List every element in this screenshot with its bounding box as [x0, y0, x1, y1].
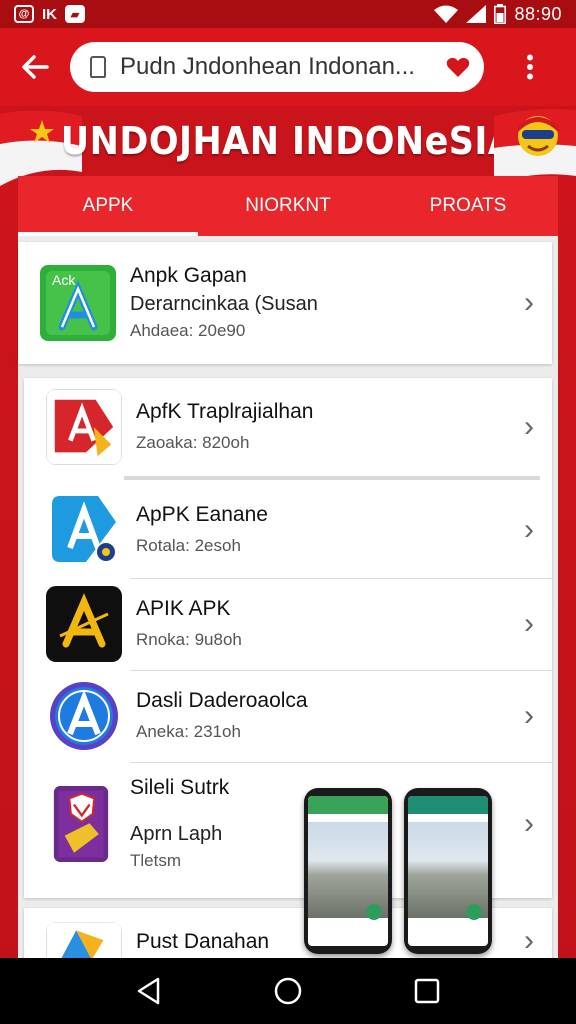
- screen: @ IK ▰ 88:90 Pudn Jndonhean Indonan... U…: [0, 0, 576, 1024]
- apk-green-store-icon: Ack: [40, 265, 116, 341]
- status-bar: @ IK ▰ 88:90: [0, 0, 576, 28]
- chevron-right-icon: ›: [524, 807, 534, 840]
- nav-back-button[interactable]: [119, 961, 179, 1021]
- app-meta: Rotala: 2esoh: [136, 536, 241, 555]
- phone-app-bar: [408, 796, 488, 814]
- list-item[interactable]: Ack Anpk Gapan Derarncinkaa (Susan Ahdae…: [18, 242, 552, 364]
- app-name: Dasli Daderoaolca: [136, 689, 308, 712]
- circle-a-icon: [46, 678, 122, 754]
- ik-icon: IK: [42, 5, 57, 23]
- tab-label: NIORKNT: [245, 195, 331, 216]
- tab-label: APPK: [82, 195, 134, 216]
- url-bar[interactable]: Pudn Jndonhean Indonan...: [70, 42, 484, 92]
- tab-niorknt[interactable]: NIORKNT: [198, 176, 378, 236]
- phone-screen: [308, 796, 388, 946]
- app-meta: Tletsm: [130, 851, 181, 870]
- app-meta: Aneka: 231oh: [136, 722, 241, 741]
- chevron-right-icon: ›: [524, 513, 534, 546]
- tab-bar: APPK NIORKNT PROATS: [18, 176, 558, 236]
- signal-icon: [466, 5, 487, 23]
- app-name: APIK APK: [136, 597, 231, 620]
- nav-home-button[interactable]: [258, 961, 318, 1021]
- image-icon: ▰: [65, 5, 85, 23]
- system-nav-bar: [0, 958, 576, 1024]
- chevron-right-icon: ›: [524, 410, 534, 443]
- nav-back-icon: [138, 977, 160, 1005]
- app-name: ApfK Traplrajialhan: [136, 400, 314, 423]
- list-item[interactable]: ApPK Eanane Rotala: 2esoh ›: [24, 482, 552, 578]
- back-button[interactable]: [0, 28, 70, 106]
- battery-icon: [494, 4, 507, 24]
- chevron-right-icon: ›: [524, 607, 534, 640]
- blue-a-icon: [46, 492, 122, 568]
- tab-label: PROATS: [429, 195, 507, 216]
- wifi-icon: [434, 5, 459, 23]
- nav-recents-icon: [414, 978, 439, 1004]
- fab-icon: [366, 904, 382, 920]
- chevron-right-icon: ›: [524, 286, 534, 319]
- list-card-featured: Ack Anpk Gapan Derarncinkaa (Susan Ahdae…: [18, 242, 552, 364]
- red-a-icon: [46, 389, 122, 465]
- mascot-flag-right-icon: [494, 108, 576, 184]
- banner-title: UNDOJHAN INDONeSIA: [60, 119, 516, 163]
- url-text: Pudn Jndonhean Indonan...: [120, 53, 415, 80]
- phone-app-bar: [308, 796, 388, 814]
- phone-screenshot-1: [304, 788, 392, 954]
- phone-screenshot-2: [404, 788, 492, 954]
- status-left: @ IK ▰: [14, 5, 85, 23]
- svg-text:Ack: Ack: [52, 272, 76, 288]
- black-gold-a-icon: [46, 586, 122, 662]
- nav-recents-button[interactable]: [397, 961, 457, 1021]
- tab-appk[interactable]: APPK: [18, 176, 198, 236]
- list-item[interactable]: ApfK Traplrajialhan Zaoaka: 820oh ›: [24, 378, 552, 476]
- tab-proats[interactable]: PROATS: [378, 176, 558, 236]
- chevron-right-icon: ›: [524, 924, 534, 957]
- status-right: 88:90: [434, 4, 562, 25]
- divider: [124, 476, 540, 480]
- purple-shield-icon: [46, 775, 116, 873]
- app-meta: Ahdaea: 20e90: [130, 321, 246, 340]
- app-name: ApPK Eanane: [136, 503, 268, 526]
- app-meta: Zaoaka: 820oh: [136, 433, 250, 452]
- app-subtitle: Aprn Laph: [130, 823, 223, 845]
- phone-screen: [408, 796, 488, 946]
- overflow-menu-icon: [527, 54, 533, 80]
- browser-toolbar: Pudn Jndonhean Indonan...: [0, 28, 576, 106]
- app-name: Anpk Gapan: [130, 264, 247, 287]
- back-arrow-icon: [22, 55, 49, 79]
- nav-home-icon: [274, 977, 302, 1005]
- overflow-menu-button[interactable]: [484, 28, 576, 106]
- list-item[interactable]: Dasli Daderoaolca Aneka: 231oh ›: [24, 670, 552, 762]
- page-icon: [90, 56, 106, 78]
- heart-icon[interactable]: [446, 56, 470, 78]
- fab-icon: [466, 904, 482, 920]
- app-meta: Rnoka: 9u8oh: [136, 630, 242, 649]
- clock: 88:90: [514, 3, 562, 24]
- chevron-right-icon: ›: [524, 699, 534, 732]
- notification-icon: @: [14, 5, 34, 23]
- app-subtitle: Derarncinkaa (Susan: [130, 293, 318, 315]
- app-name: Sileli Sutrk: [130, 776, 230, 799]
- header-banner: UNDOJHAN INDONeSIA: [0, 106, 576, 186]
- list-item[interactable]: APIK APK Rnoka: 9u8oh ›: [24, 578, 552, 670]
- app-name: Pust Danahan: [136, 930, 270, 953]
